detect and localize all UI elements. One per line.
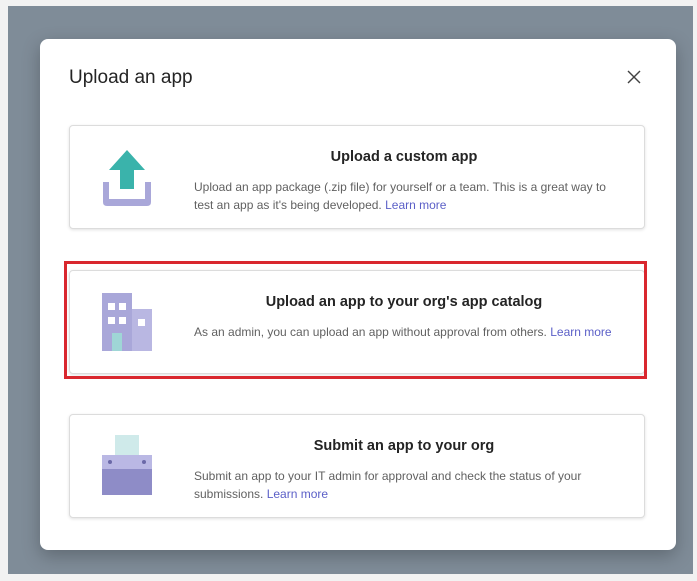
option-title: Submit an app to your org (313, 438, 495, 454)
building-icon (98, 289, 156, 355)
option-description-text: As an admin, you can upload an app witho… (194, 325, 547, 339)
submit-box-icon (98, 433, 156, 499)
learn-more-link[interactable]: Learn more (550, 325, 611, 339)
option-title: Upload an app to your org's app catalog (265, 294, 543, 310)
upload-org-catalog-option[interactable]: Upload an app to your org's app catalog … (69, 270, 645, 374)
option-description: As an admin, you can upload an app witho… (194, 323, 624, 341)
learn-more-link[interactable]: Learn more (385, 198, 446, 212)
option-description: Submit an app to your IT admin for appro… (194, 467, 624, 503)
upload-arrow-icon (98, 144, 156, 210)
option-title: Upload a custom app (330, 149, 478, 165)
close-icon (627, 70, 641, 84)
submit-app-to-org-option[interactable]: Submit an app to your org Submit an app … (69, 414, 645, 518)
screen-frame-top (0, 0, 697, 6)
screen-frame-right (693, 0, 697, 581)
learn-more-link[interactable]: Learn more (267, 487, 328, 501)
upload-app-dialog: Upload an app Upload a custom app Upload… (40, 39, 676, 550)
option-description: Upload an app package (.zip file) for yo… (194, 178, 624, 214)
option-description-text: Submit an app to your IT admin for appro… (194, 469, 582, 501)
dialog-title: Upload an app (69, 67, 193, 88)
close-button[interactable] (624, 67, 644, 87)
upload-custom-app-option[interactable]: Upload a custom app Upload an app packag… (69, 125, 645, 229)
screen-frame-left (0, 0, 8, 581)
screen-frame-bottom (0, 574, 697, 581)
